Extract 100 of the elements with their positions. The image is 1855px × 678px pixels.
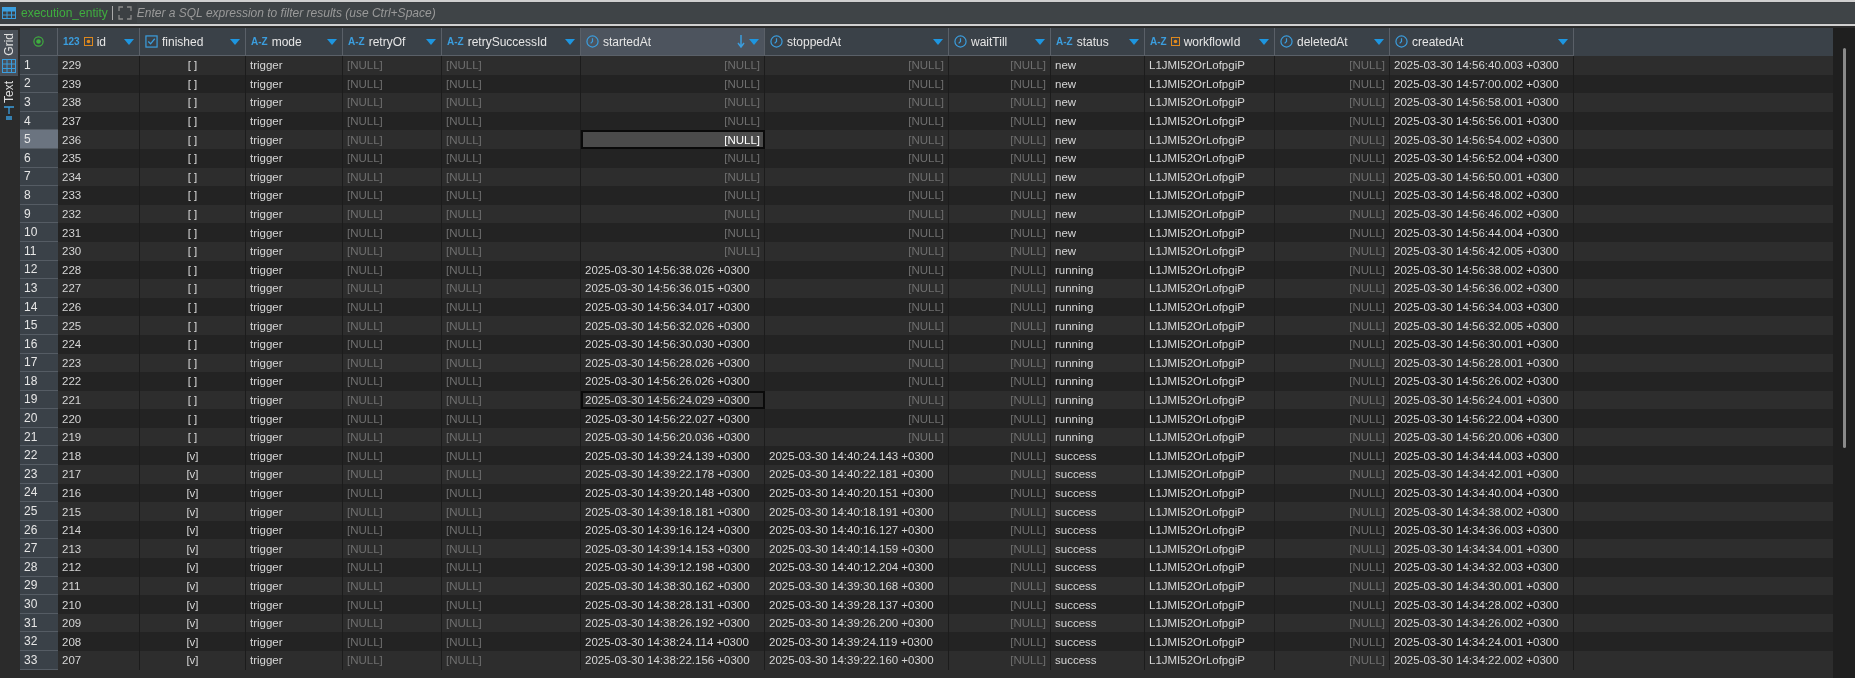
dropdown-caret-icon[interactable]: [1558, 38, 1568, 45]
table-cell: [NULL]: [581, 93, 765, 112]
dropdown-caret-icon[interactable]: [1035, 38, 1045, 45]
column-header[interactable]: waitTill: [949, 28, 1051, 56]
key-icon: [1170, 37, 1180, 46]
table-cell: 2025-03-30 14:34:32.003 +0300: [1390, 558, 1574, 577]
dropdown-caret-icon[interactable]: [565, 38, 575, 45]
row-number[interactable]: 30: [20, 595, 58, 614]
row-number[interactable]: 5: [20, 130, 58, 149]
dropdown-caret-icon[interactable]: [230, 38, 240, 45]
table-cell: [NULL]: [442, 93, 581, 112]
table-cell: [NULL]: [343, 241, 442, 261]
dropdown-caret-icon[interactable]: [1374, 38, 1384, 45]
row-number[interactable]: 27: [20, 539, 58, 559]
row-number[interactable]: 8: [20, 186, 58, 205]
text-format-icon: [3, 105, 15, 120]
key-icon: [83, 37, 93, 46]
table-cell: [v]: [140, 502, 246, 521]
scrollbar-thumb[interactable]: [1842, 48, 1846, 448]
row-number[interactable]: 3: [20, 93, 58, 112]
table-cell: [NULL]: [442, 334, 581, 354]
table-cell: 2025-03-30 14:56:40.003 +0300: [1390, 56, 1574, 75]
column-header[interactable]: deletedAt: [1275, 28, 1390, 56]
table-cell: 2025-03-30 14:40:22.181 +0300: [765, 465, 949, 484]
column-header[interactable]: A-Z retrySuccessId: [442, 28, 581, 56]
table-cell: 2025-03-30 14:34:28.002 +0300: [1390, 595, 1574, 614]
table-cell: [NULL]: [1275, 372, 1390, 391]
table-cell: [ ]: [140, 148, 246, 168]
row-number[interactable]: 23: [20, 465, 58, 484]
table-cell: [NULL]: [765, 409, 949, 428]
type-label: A-Z: [251, 36, 268, 47]
row-number[interactable]: 18: [20, 372, 58, 391]
table-cell: [NULL]: [1275, 595, 1390, 614]
dropdown-caret-icon[interactable]: [1259, 38, 1269, 45]
table-cell: [NULL]: [581, 148, 765, 168]
table-cell: 2025-03-30 14:34:42.001 +0300: [1390, 465, 1574, 484]
sort-down-arrow-icon[interactable]: [737, 34, 745, 49]
table-cell: [NULL]: [949, 223, 1051, 242]
table-cell: trigger: [246, 409, 343, 428]
table-cell: trigger: [246, 595, 343, 614]
table-cell: L1JMI52OrLofpgiP: [1145, 595, 1275, 614]
table-cell: [NULL]: [765, 223, 949, 242]
table-cell: 236: [58, 130, 140, 149]
view-tab[interactable]: Text: [0, 77, 18, 123]
table-cell: [NULL]: [343, 316, 442, 335]
column-header[interactable]: 123 id: [58, 28, 140, 56]
table-cell: 217: [58, 465, 140, 484]
table-cell: 2025-03-30 14:38:22.156 +0300: [581, 651, 765, 670]
view-tab[interactable]: Grid: [0, 30, 18, 76]
row-number[interactable]: 15: [20, 316, 58, 335]
table-cell: [NULL]: [1275, 334, 1390, 354]
row-number[interactable]: 1: [20, 56, 58, 75]
column-header[interactable]: A-Z status: [1051, 28, 1145, 56]
dropdown-caret-icon[interactable]: [327, 38, 337, 45]
row-number[interactable]: 20: [20, 409, 58, 428]
table-cell: [NULL]: [581, 241, 765, 261]
table-cell: [NULL]: [949, 93, 1051, 112]
dropdown-caret-icon[interactable]: [1129, 38, 1139, 45]
row-number[interactable]: 33: [20, 651, 58, 670]
table-cell: [NULL]: [343, 56, 442, 75]
scrollbar[interactable]: [1833, 28, 1855, 678]
table-cell: [NULL]: [581, 56, 765, 75]
dropdown-caret-icon[interactable]: [124, 38, 134, 45]
column-header[interactable]: startedAt: [581, 28, 765, 56]
expand-icon[interactable]: [117, 6, 132, 20]
row-number[interactable]: 28: [20, 558, 58, 577]
row-number[interactable]: 25: [20, 502, 58, 521]
row-number[interactable]: 22: [20, 446, 58, 466]
table-cell: [NULL]: [1275, 316, 1390, 335]
circle-icon[interactable]: [33, 36, 44, 47]
dropdown-caret-icon[interactable]: [426, 38, 436, 45]
table-cell: [NULL]: [442, 651, 581, 670]
column-header[interactable]: createdAt: [1390, 28, 1574, 56]
table-cell: trigger: [246, 56, 343, 75]
row-number[interactable]: 10: [20, 223, 58, 242]
table-cell: [NULL]: [442, 223, 581, 242]
table-cell: [v]: [140, 558, 246, 577]
table-cell: [ ]: [140, 241, 246, 261]
clock-icon: [954, 35, 967, 48]
table-cell: [NULL]: [765, 93, 949, 112]
table-cell: running: [1051, 372, 1145, 391]
table-cell: trigger: [246, 502, 343, 521]
table-cell: L1JMI52OrLofpgiP: [1145, 316, 1275, 335]
column-header[interactable]: A-Z retryOf: [343, 28, 442, 56]
table-cell: [NULL]: [343, 651, 442, 670]
dropdown-caret-icon[interactable]: [933, 38, 943, 45]
column-header[interactable]: A-Z mode: [246, 28, 343, 56]
table-cell: [NULL]: [442, 241, 581, 261]
row-number[interactable]: 13: [20, 279, 58, 298]
table-cell: [NULL]: [442, 56, 581, 75]
column-header[interactable]: finished: [140, 28, 246, 56]
filter-input-field[interactable]: Enter a SQL expression to filter results (use Ctrl+Space): [136, 3, 1855, 23]
column-header[interactable]: stoppedAt: [765, 28, 949, 56]
table-cell: 238: [58, 93, 140, 112]
table-cell: [NULL]: [765, 316, 949, 335]
dropdown-caret-icon[interactable]: [749, 38, 759, 45]
table-cell: [ ]: [140, 186, 246, 205]
table-cell: [NULL]: [1275, 148, 1390, 168]
column-header[interactable]: A-Z workflowId: [1145, 28, 1275, 56]
row-number[interactable]: 32: [20, 632, 58, 651]
